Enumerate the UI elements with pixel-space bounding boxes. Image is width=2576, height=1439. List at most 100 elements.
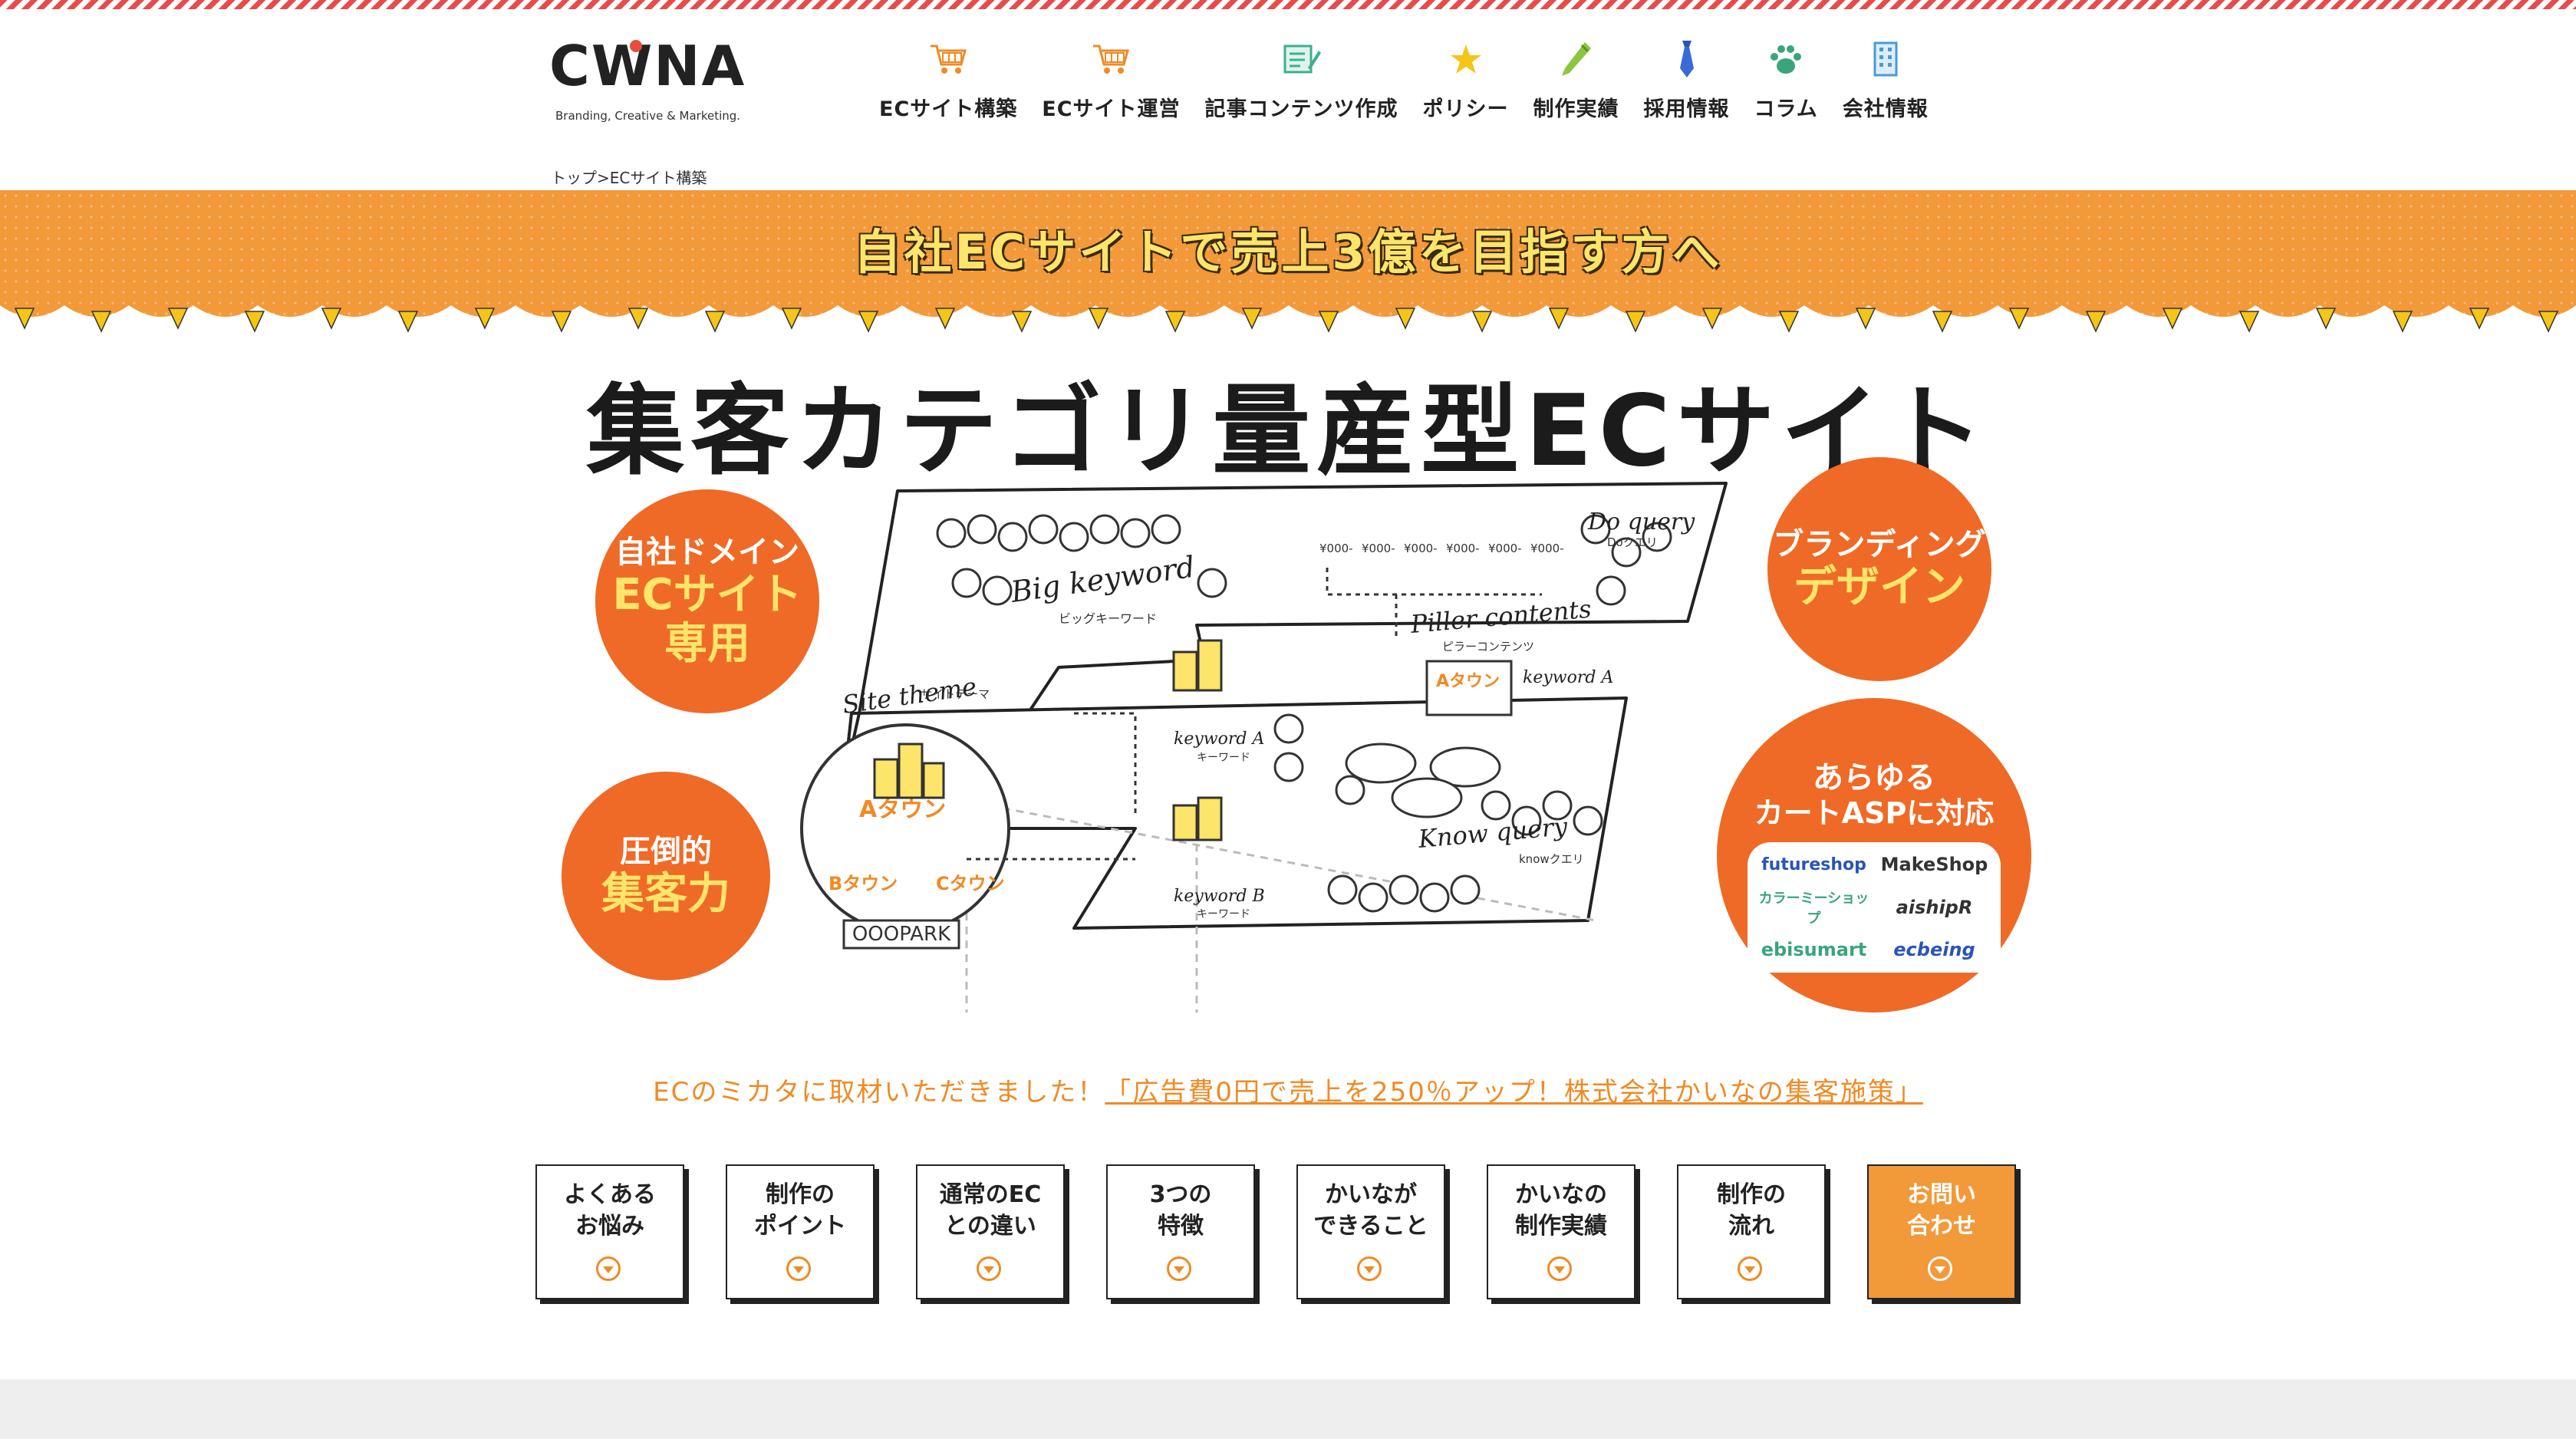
section-divider [0,1379,2576,1439]
chevron-down-icon [1357,1256,1382,1281]
town-b-label: Bタウン [828,873,898,894]
cart-icon [929,35,967,83]
cart-logo-ecbeing: ecbeing [1893,938,1975,960]
badge-power: 圧倒的 集客力 [562,772,770,980]
nav-label: ポリシー [1422,97,1509,121]
bunting-garland [0,305,2576,344]
top-stripe [0,0,2576,9]
nav-label: ECサイト構築 [879,97,1018,121]
anchor-label: よくある お悩み [564,1181,656,1240]
keyword-b-sub: キーワード [1197,908,1250,920]
nav-label: 採用情報 [1643,97,1730,121]
anchor-works[interactable]: かいなの 制作実績 [1487,1164,1636,1299]
chevron-down-icon [1167,1256,1191,1281]
site-logo[interactable]: CWNA Branding, Creative & Marketing. [549,34,756,124]
anchor-label: 通常のEC との違い [939,1181,1042,1240]
keyword-a-sub: キーワード [1197,752,1250,764]
badge-line: 圧倒的 [620,833,712,869]
badge-line: 集客力 [601,868,730,919]
badge-own-domain: 自社ドメイン ECサイト 専用 [595,489,819,713]
nav-label: 会社情報 [1842,97,1929,121]
nav-label: 制作実績 [1533,97,1619,121]
anchor-label: 制作の ポイント [754,1181,846,1240]
chevron-down-icon [1928,1256,1952,1281]
nav-ec-operation[interactable]: ECサイト運営 [1042,35,1180,127]
logo-wordmark: CWNA [549,34,746,98]
nav-policy[interactable]: ポリシー [1423,35,1509,127]
necktie-icon [1675,35,1698,83]
nav-label: 記事コンテンツ作成 [1204,97,1398,121]
global-nav: ECサイト構築 ECサイト運営 記事コンテンツ作成 ポリシー 制作実績 採用情報 [867,35,1941,127]
building-icon [1870,35,1901,83]
keyword-a-right: keyword A [1523,668,1613,687]
cart-logo-colorme: カラーミーショップ [1758,890,1869,927]
anchor-capabilities[interactable]: かいなが できること [1296,1164,1445,1299]
press-article-link[interactable]: 「広告費0円で売上を250％アップ！株式会社かいなの集客施策」 [1105,1077,1923,1108]
cart-logo-ebisumart: ebisumart [1761,938,1867,960]
chevron-down-icon [1738,1256,1762,1281]
price-label: ¥000- [1446,542,1480,555]
breadcrumb: トップ>ECサイト構築 [551,166,707,188]
badge-line: 自社ドメイン [615,534,799,570]
big-keyword-sub: ビッグキーワード [1059,611,1157,626]
cart-logo-box: futureshop MakeShop カラーミーショップ aishipR eb… [1748,841,2001,973]
badge-line: ECサイト [612,569,802,620]
pillar-sub: ピラーコンテンツ [1442,640,1534,654]
anchor-contact[interactable]: お問い 合わせ [1867,1164,2016,1299]
paw-icon [1767,35,1805,83]
nav-content-writing[interactable]: 記事コンテンツ作成 [1205,35,1398,127]
nav-column[interactable]: コラム [1754,35,1818,127]
anchor-common-problems[interactable]: よくある お悩み [535,1164,684,1299]
badge-cart: あらゆる カートASPに対応 futureshop MakeShop カラーミー… [1717,698,2031,1013]
anchor-label: 制作の 流れ [1717,1181,1786,1240]
cart-logo-aiship: aishipR [1896,896,1973,918]
section-anchor-nav: よくある お悩み 制作の ポイント 通常のEC との違い 3つの 特徴 かいなが… [535,1164,2016,1299]
badge-line: デザイン [1794,561,1965,612]
nav-works[interactable]: 制作実績 [1533,35,1619,127]
breadcrumb-current: ECサイト構築 [609,169,707,187]
anchor-features[interactable]: 3つの 特徴 [1106,1164,1255,1299]
breadcrumb-separator: > [597,169,610,187]
star-icon [1448,35,1484,83]
nav-recruit[interactable]: 採用情報 [1644,35,1730,127]
anchor-differences[interactable]: 通常のEC との違い [916,1164,1065,1299]
anchor-label: かいなの 制作実績 [1515,1181,1607,1240]
nav-ec-build[interactable]: ECサイト構築 [879,35,1017,127]
cart-logo-futureshop: futureshop [1761,855,1866,874]
anchor-flow[interactable]: 制作の 流れ [1677,1164,1826,1299]
chevron-down-icon [596,1256,621,1281]
do-query-sub: Doクエリ [1607,535,1658,549]
breadcrumb-home[interactable]: トップ [551,169,597,187]
badge-line: あらゆる [1813,760,1935,795]
keyword-a-left: keyword A [1174,729,1264,749]
price-label: ¥000- [1404,542,1438,555]
price-label: ¥000- [1488,542,1522,555]
document-icon [1282,35,1322,83]
cart-icon [1092,35,1130,83]
anchor-label: 3つの 特徴 [1149,1181,1212,1240]
anchor-production-points[interactable]: 制作の ポイント [726,1164,875,1299]
nav-label: ECサイト運営 [1042,97,1181,121]
logo-dot [630,40,642,52]
town-a-label: Aタウン [859,796,946,823]
cart-logo-makeshop: MakeShop [1880,854,1988,876]
badge-line: ブランディング [1773,526,1986,562]
know-query-sub: knowクエリ [1519,852,1584,866]
price-label: ¥000- [1530,542,1564,555]
town-a-sign: Aタウン [1436,672,1500,691]
anchor-label: かいなが できること [1313,1181,1428,1240]
price-label: ¥000- [1319,542,1353,555]
anchor-label: お問い 合わせ [1907,1181,1976,1240]
town-c-label: Cタウン [936,873,1005,894]
chevron-down-icon [786,1256,811,1281]
do-query-label: Do query [1587,509,1695,535]
press-lead: ECのミカタに取材いただきました！ [653,1077,1105,1108]
logo-tagline: Branding, Creative & Marketing. [555,109,741,123]
nav-company[interactable]: 会社情報 [1843,35,1929,127]
badge-line: カートASPに対応 [1754,796,1995,830]
keyword-b: keyword B [1174,887,1265,906]
chevron-down-icon [977,1256,1001,1281]
banner-headline: 自社ECサイトで売上3億を目指す方へ [853,224,1723,280]
hero-banner: 自社ECサイトで売上3億を目指す方へ [0,190,2576,344]
price-label: ¥000- [1362,542,1395,555]
